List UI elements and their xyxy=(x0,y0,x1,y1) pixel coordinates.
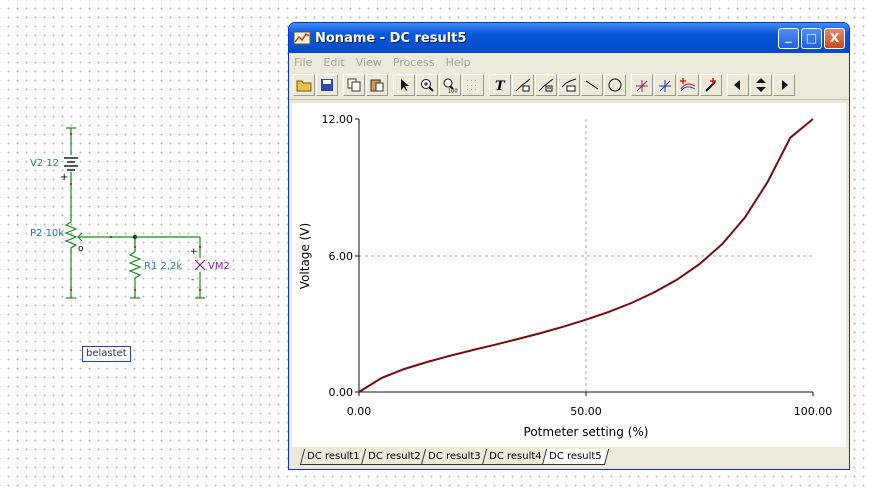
move-left-icon[interactable] xyxy=(727,74,749,96)
dc-result-window[interactable]: Noname - DC result5 _ □ X File Edit View… xyxy=(288,22,850,470)
meter-minus-sign: - xyxy=(191,275,195,285)
minimize-button[interactable]: _ xyxy=(778,27,799,49)
source-label: V2 12 xyxy=(30,158,60,169)
annotate-2-icon[interactable] xyxy=(535,74,557,96)
x-tick-label-100: 100.00 xyxy=(794,405,833,418)
pot-wiper-mark: o xyxy=(78,244,84,254)
x-tick-label-50: 50.00 xyxy=(570,405,602,418)
window-title: Noname - DC result5 xyxy=(315,30,467,46)
resistor-label: R1 2,2k xyxy=(144,261,183,272)
zoom-in-icon[interactable] xyxy=(416,74,438,96)
tab-dc-result4[interactable]: DC result4 xyxy=(481,449,549,465)
cursor-a-icon[interactable] xyxy=(631,74,653,96)
schematic xyxy=(64,127,206,299)
y-axis-label: Voltage (V) xyxy=(298,223,312,289)
pot-label: P2 10k xyxy=(30,228,65,239)
menu-file[interactable]: File xyxy=(294,56,312,69)
text-icon[interactable]: T xyxy=(489,74,511,96)
app-icon xyxy=(293,31,311,45)
menu-bar: File Edit View Process Help xyxy=(289,53,849,71)
annotate-1-icon[interactable] xyxy=(512,74,534,96)
add-curve-icon[interactable] xyxy=(677,74,699,96)
line-icon[interactable] xyxy=(581,74,603,96)
toolbar: 100% T xyxy=(289,71,849,100)
menu-help[interactable]: Help xyxy=(446,56,471,69)
tab-dc-result2[interactable]: DC result2 xyxy=(360,449,428,465)
menu-view[interactable]: View xyxy=(356,56,382,69)
tab-dc-result1[interactable]: DC result1 xyxy=(299,449,367,465)
annotate-3-icon[interactable] xyxy=(558,74,580,96)
y-tick-label-0: 0.00 xyxy=(329,386,354,399)
title-bar[interactable]: Noname - DC result5 _ □ X xyxy=(289,23,849,53)
result-tabs: DC result1 DC result2 DC result3 DC resu… xyxy=(292,449,846,469)
close-button[interactable]: X xyxy=(824,27,845,49)
potentiometer[interactable] xyxy=(64,218,135,299)
source-plus-sign: + xyxy=(60,172,69,183)
move-updown-icon[interactable] xyxy=(750,74,772,96)
maximize-button[interactable]: □ xyxy=(801,27,822,49)
meter-plus-sign: + xyxy=(190,247,198,257)
svg-text:T: T xyxy=(495,79,506,93)
y-tick-label-6: 6.00 xyxy=(329,250,354,263)
zoom-100-icon[interactable]: 100% xyxy=(439,74,461,96)
circle-icon[interactable] xyxy=(604,74,626,96)
plot-area[interactable]: 12.00 6.00 0.00 0.00 50.00 100.00 Potmet… xyxy=(292,103,846,447)
close-icon: X xyxy=(829,31,840,45)
belastet-tag[interactable]: belastet xyxy=(82,346,131,362)
pointer-icon[interactable] xyxy=(393,74,415,96)
menu-edit[interactable]: Edit xyxy=(323,56,344,69)
maximize-icon: □ xyxy=(805,31,818,45)
menu-process[interactable]: Process xyxy=(393,56,435,69)
paste-icon[interactable] xyxy=(366,74,388,96)
x-axis-label: Potmeter setting (%) xyxy=(524,425,649,439)
tab-dc-result3[interactable]: DC result3 xyxy=(420,449,488,465)
y-tick-label-12: 12.00 xyxy=(322,113,354,126)
save-icon[interactable] xyxy=(316,74,338,96)
tab-dc-result5[interactable]: DC result5 xyxy=(541,449,609,465)
open-folder-icon[interactable] xyxy=(293,74,315,96)
dc-sweep-chart: 12.00 6.00 0.00 0.00 50.00 100.00 Potmet… xyxy=(298,113,833,439)
grid-icon[interactable] xyxy=(462,74,484,96)
meter-label: VM2 xyxy=(208,261,230,272)
pipette-icon[interactable] xyxy=(700,74,722,96)
move-right-icon[interactable] xyxy=(773,74,795,96)
copy-icon[interactable] xyxy=(343,74,365,96)
x-tick-label-0: 0.00 xyxy=(347,405,372,418)
cursor-b-icon[interactable] xyxy=(654,74,676,96)
svg-text:100%: 100% xyxy=(448,89,458,94)
minimize-icon: _ xyxy=(785,29,792,43)
